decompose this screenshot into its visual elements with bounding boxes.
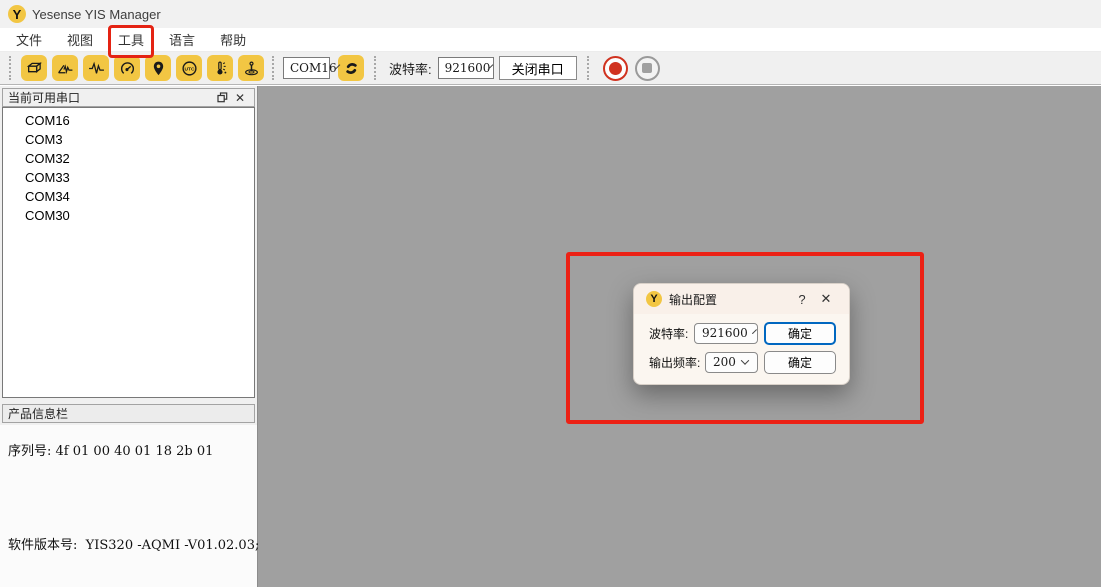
product-info-area: 序列号: 4f 01 00 40 01 18 2b 01 软件版本号: YIS3…	[0, 425, 257, 587]
dialog-output-rate-label: 输出频率:	[649, 354, 700, 371]
gauge-icon	[119, 60, 136, 77]
baud-select[interactable]: 921600	[438, 57, 494, 79]
angle-wave-button[interactable]	[52, 55, 78, 81]
dialog-output-rate-select[interactable]: 200	[705, 352, 758, 373]
gauge-button[interactable]	[114, 55, 140, 81]
dialog-output-rate-value: 200	[713, 355, 736, 369]
menu-item-help[interactable]: 帮助	[214, 28, 252, 51]
info-panel-header: 产品信息栏	[2, 404, 255, 423]
menu-item-view[interactable]: 视图	[61, 28, 99, 51]
thermometer-button[interactable]	[207, 55, 233, 81]
port-list-item[interactable]: COM32	[3, 149, 254, 168]
baud-select-value: 921600	[445, 61, 491, 75]
baud-rate-row: 波特率: 921600 确定	[649, 321, 836, 345]
confirm-baud-button[interactable]: 确定	[764, 322, 836, 345]
toolbar-drag-handle[interactable]	[587, 56, 591, 80]
ports-panel-header: 当前可用串口 ✕	[2, 88, 255, 107]
waveform-icon	[88, 60, 105, 77]
close-icon: ✕	[235, 91, 245, 105]
stop-icon	[642, 63, 652, 73]
available-ports-list[interactable]: COM16 COM3 COM32 COM33 COM34 COM30	[2, 107, 255, 398]
utc-clock-icon: UTC	[181, 60, 198, 77]
dialog-baud-select[interactable]: 921600	[694, 323, 758, 344]
serial-number-value: 4f 01 00 40 01 18 2b 01	[56, 444, 214, 459]
refresh-ports-button[interactable]	[338, 55, 364, 81]
confirm-output-rate-button[interactable]: 确定	[764, 351, 836, 374]
record-button[interactable]	[603, 56, 628, 81]
menu-item-tools[interactable]: 工具	[112, 28, 150, 51]
close-port-button[interactable]: 关闭串口	[499, 56, 577, 80]
serial-number-label: 序列号:	[8, 444, 51, 459]
float-panel-button[interactable]	[213, 90, 231, 105]
baud-rate-label: 波特率:	[389, 59, 432, 78]
window-title: Yesense YIS Manager	[32, 7, 161, 22]
chevron-down-icon	[752, 329, 757, 334]
waveform-button[interactable]	[83, 55, 109, 81]
dialog-baud-value: 921600	[702, 326, 748, 340]
stop-button[interactable]	[635, 56, 660, 81]
software-version-value: YIS320 -AQMI -V01.02.03;	[86, 538, 260, 553]
software-version-line: 软件版本号: YIS320 -AQMI -V01.02.03;	[8, 534, 259, 553]
port-select-value: COM16	[290, 61, 337, 75]
refresh-icon	[343, 60, 360, 77]
port-list-item[interactable]: COM33	[3, 168, 254, 187]
dialog-logo-icon: Y	[646, 291, 662, 307]
menu-item-tools-label: 工具	[118, 33, 144, 48]
cube-3d-icon	[26, 60, 43, 77]
output-rate-row: 输出频率: 200 确定	[649, 350, 836, 374]
port-select[interactable]: COM16	[283, 57, 330, 79]
serial-number-line: 序列号: 4f 01 00 40 01 18 2b 01	[8, 440, 213, 459]
software-version-label: 软件版本号:	[8, 538, 77, 553]
dialog-help-button[interactable]: ?	[791, 292, 813, 307]
port-list-item[interactable]: COM34	[3, 187, 254, 206]
utc-clock-button[interactable]: UTC	[176, 55, 202, 81]
svg-text:UTC: UTC	[184, 66, 194, 72]
dialog-body: 波特率: 921600 确定 输出频率: 200 确定	[634, 314, 849, 374]
port-list-item[interactable]: COM16	[3, 111, 254, 130]
title-bar: Y Yesense YIS Manager	[0, 0, 1101, 28]
toolbar: UTC COM16	[0, 52, 1101, 85]
menu-item-file[interactable]: 文件	[10, 28, 48, 51]
info-panel-title: 产品信息栏	[8, 405, 68, 422]
menu-item-language[interactable]: 语言	[163, 28, 201, 51]
angle-wave-icon	[57, 60, 74, 77]
app-logo-icon: Y	[8, 5, 26, 23]
dialog-close-button[interactable]: ✕	[813, 291, 839, 307]
dialog-baud-label: 波特率:	[649, 325, 688, 342]
menu-bar: 文件 视图 工具 语言 帮助	[0, 28, 1101, 52]
float-icon	[217, 92, 228, 103]
dialog-title: 输出配置	[669, 291, 717, 308]
location-pin-button[interactable]	[145, 55, 171, 81]
magnetometer-icon	[243, 60, 260, 77]
port-list-item[interactable]: COM3	[3, 130, 254, 149]
record-icon	[609, 62, 622, 75]
dialog-title-bar: Y 输出配置 ? ✕	[634, 284, 849, 314]
cube-3d-button[interactable]	[21, 55, 47, 81]
output-config-dialog: Y 输出配置 ? ✕ 波特率: 921600 确定 输出频率: 200 确定	[633, 283, 850, 385]
magnetometer-button[interactable]	[238, 55, 264, 81]
toolbar-drag-handle[interactable]	[272, 56, 276, 80]
close-panel-button[interactable]: ✕	[231, 90, 249, 105]
thermometer-icon	[212, 60, 229, 77]
port-list-item[interactable]: COM30	[3, 206, 254, 225]
left-dock-panel: 当前可用串口 ✕ COM16 COM3 COM32 COM33 COM34 CO…	[0, 86, 258, 587]
location-pin-icon	[150, 60, 167, 77]
chevron-down-icon	[741, 356, 749, 364]
toolbar-drag-handle[interactable]	[9, 56, 13, 80]
ports-panel-title: 当前可用串口	[8, 89, 80, 106]
toolbar-drag-handle[interactable]	[374, 56, 378, 80]
